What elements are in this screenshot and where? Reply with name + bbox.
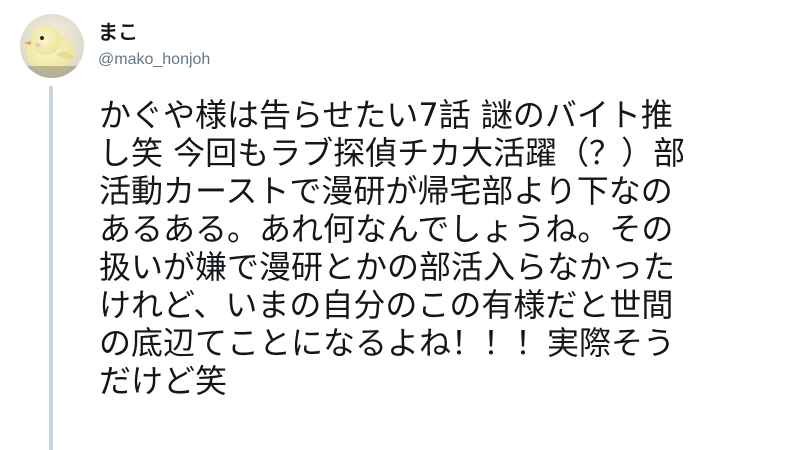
chick-avatar-icon [20, 14, 84, 78]
tweet-text-line: の底辺てことになるよね！！！実際そう [99, 324, 676, 362]
tweet-text-line: だけど笑 [99, 362, 228, 400]
tweet-text-line: 扱いが嫌で漫研とかの部活入らなかった [99, 248, 676, 286]
tweet-text-line: 活動カーストで漫研が帰宅部より下なの [99, 172, 673, 210]
tweet-text: かぐや様は告らせたい7話 謎のバイト推 し笑 今回もラブ探偵チカ大活躍（？）部 … [99, 96, 789, 400]
tweet-text-line: し笑 今回もラブ探偵チカ大活躍（？）部 [99, 134, 686, 172]
avatar[interactable] [20, 14, 84, 78]
tweet-card: まこ @mako_honjoh かぐや様は告らせたい7話 謎のバイト推 し笑 今… [0, 0, 800, 450]
tweet-text-line: けれど、いまの自分のこの有様だと世間 [99, 286, 674, 324]
user-handle[interactable]: @mako_honjoh [98, 50, 210, 70]
tweet-text-line: あるある。あれ何なんでしょうね。その [99, 210, 674, 248]
tweet-text-line: かぐや様は告らせたい7話 謎のバイト推 [99, 96, 673, 134]
display-name[interactable]: まこ [98, 20, 138, 44]
thread-line [49, 86, 53, 450]
